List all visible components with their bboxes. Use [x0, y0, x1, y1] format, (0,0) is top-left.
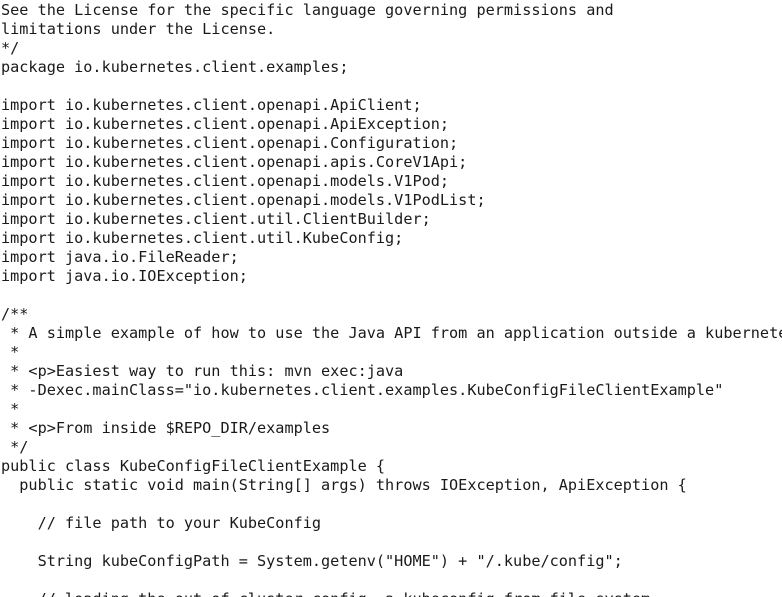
code-line: import io.kubernetes.client.openapi.apis… [1, 153, 468, 171]
code-line: import io.kubernetes.client.openapi.ApiC… [1, 96, 422, 114]
code-line: import io.kubernetes.client.openapi.ApiE… [1, 115, 450, 133]
code-line: * A simple example of how to use the Jav… [1, 324, 782, 342]
code-line: * <p>Easiest way to run this: mvn exec:j… [1, 362, 404, 380]
code-line: import io.kubernetes.client.openapi.mode… [1, 172, 450, 190]
code-line: * -Dexec.mainClass="io.kubernetes.client… [1, 381, 724, 399]
code-line: public static void main(String[] args) t… [1, 476, 687, 494]
code-line: * [1, 343, 20, 361]
code-line: import io.kubernetes.client.openapi.Conf… [1, 134, 459, 152]
code-line: * [1, 400, 20, 418]
code-line: */ [1, 438, 29, 456]
code-line: * <p>From inside $REPO_DIR/examples [1, 419, 331, 437]
code-line: limitations under the License. [1, 20, 276, 38]
code-line: import io.kubernetes.client.openapi.mode… [1, 191, 486, 209]
code-line: import java.io.FileReader; [1, 248, 239, 266]
code-line: */ [1, 39, 20, 57]
code-line: // loading the out-of-cluster config, a … [1, 590, 651, 597]
code-line: package io.kubernetes.client.examples; [1, 58, 349, 76]
code-line: import io.kubernetes.client.util.KubeCon… [1, 229, 404, 247]
code-line: import java.io.IOException; [1, 267, 248, 285]
code-line: public class KubeConfigFileClientExample… [1, 457, 386, 475]
code-view[interactable]: See the License for the specific languag… [0, 0, 782, 597]
code-line: See the License for the specific languag… [1, 1, 614, 19]
code-line: /** [1, 305, 29, 323]
code-line: // file path to your KubeConfig [1, 514, 322, 532]
code-line: import io.kubernetes.client.util.ClientB… [1, 210, 431, 228]
code-line: String kubeConfigPath = System.getenv("H… [1, 552, 623, 570]
